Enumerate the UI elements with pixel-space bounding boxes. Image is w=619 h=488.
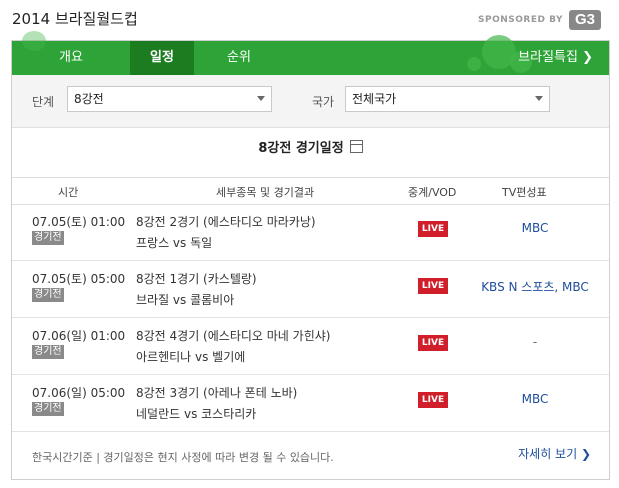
country-label: 국가 (312, 95, 335, 109)
match-teams[interactable]: 프랑스 vs 독일 (136, 234, 212, 251)
tab-bar: 개요 일정 순위 브라질특집 ❯ (12, 31, 609, 75)
more-link[interactable]: 자세히 보기 ❯ (518, 445, 591, 462)
footer-note: 한국시간기준 | 경기일정은 현지 사정에 따라 변경 될 수 있습니다. (32, 451, 334, 464)
sponsor-logo[interactable]: G3 (569, 10, 601, 30)
tab-overview[interactable]: 개요 (12, 41, 130, 75)
table-row: 07.05(토) 05:00 경기전 8강전 1경기 (카스텔랑) 브라질 vs… (12, 260, 609, 318)
schedule-heading: 8강전 경기일정 (12, 137, 609, 156)
sponsor-label: SPONSORED BY (478, 15, 563, 25)
table-row: 07.06(일) 01:00 경기전 8강전 4경기 (에스타디오 마네 가힌샤… (12, 317, 609, 375)
status-badge: 경기전 (32, 345, 64, 359)
match-time: 07.05(토) 05:00 (32, 272, 126, 286)
tv-channel: MBC (521, 392, 549, 406)
col-time: 시간 (58, 186, 79, 199)
tv-channel: - (532, 335, 538, 349)
match-event: 8강전 4경기 (에스타디오 마네 가힌샤) (136, 329, 331, 343)
filter-bar: 단계 8강전 국가 전체국가 (12, 75, 609, 128)
page-title: 2014 브라질월드컵 (12, 10, 138, 28)
match-teams[interactable]: 아르헨티나 vs 벨기에 (136, 348, 245, 365)
match-time: 07.06(일) 05:00 (32, 386, 126, 400)
table-header: 시간 세부종목 및 경기결과 중계/VOD TV편성표 (12, 177, 609, 205)
status-badge: 경기전 (32, 231, 64, 245)
tv-channel: MBC (521, 221, 549, 235)
schedule-panel: 개요 일정 순위 브라질특집 ❯ 단계 8강전 국가 전체국가 8강전 경기일정… (11, 31, 610, 480)
col-tv: TV편성표 (502, 186, 547, 199)
tab-schedule[interactable]: 일정 (130, 41, 194, 75)
chevron-down-icon (535, 96, 543, 101)
stage-select-value: 8강전 (74, 92, 104, 106)
sponsor: SPONSORED BY G3 (478, 10, 601, 30)
match-teams[interactable]: 네덜란드 vs 코스타리카 (136, 405, 256, 422)
live-button[interactable]: LIVE (418, 221, 448, 237)
schedule-title: 8강전 경기일정 (258, 141, 344, 156)
match-event: 8강전 2경기 (에스타디오 마라카낭) (136, 215, 316, 229)
country-select[interactable]: 전체국가 (345, 86, 550, 112)
match-event: 8강전 3경기 (아레나 폰테 노바) (136, 386, 298, 400)
status-badge: 경기전 (32, 288, 64, 302)
match-teams[interactable]: 브라질 vs 콜롬비아 (136, 291, 234, 308)
stage-select[interactable]: 8강전 (67, 86, 272, 112)
live-button[interactable]: LIVE (418, 392, 448, 408)
tab-standings[interactable]: 순위 (194, 41, 284, 75)
calendar-icon[interactable] (349, 140, 363, 153)
col-broadcast: 중계/VOD (408, 186, 457, 199)
chevron-down-icon (257, 96, 265, 101)
match-time: 07.06(일) 01:00 (32, 329, 126, 343)
table-row: 07.05(토) 01:00 경기전 8강전 2경기 (에스타디오 마라카낭) … (12, 203, 609, 261)
brazil-special-link[interactable]: 브라질특집 ❯ (518, 41, 593, 75)
live-button[interactable]: LIVE (418, 278, 448, 294)
table-row: 07.06(일) 05:00 경기전 8강전 3경기 (아레나 폰테 노바) 네… (12, 374, 609, 432)
country-select-value: 전체국가 (352, 92, 397, 106)
match-time: 07.05(토) 01:00 (32, 215, 126, 229)
stage-label: 단계 (32, 95, 55, 109)
live-button[interactable]: LIVE (418, 335, 448, 351)
tv-channel: KBS N 스포츠, MBC (481, 280, 589, 294)
status-badge: 경기전 (32, 402, 64, 416)
col-detail: 세부종목 및 경기결과 (216, 186, 315, 199)
match-event: 8강전 1경기 (카스텔랑) (136, 272, 257, 286)
